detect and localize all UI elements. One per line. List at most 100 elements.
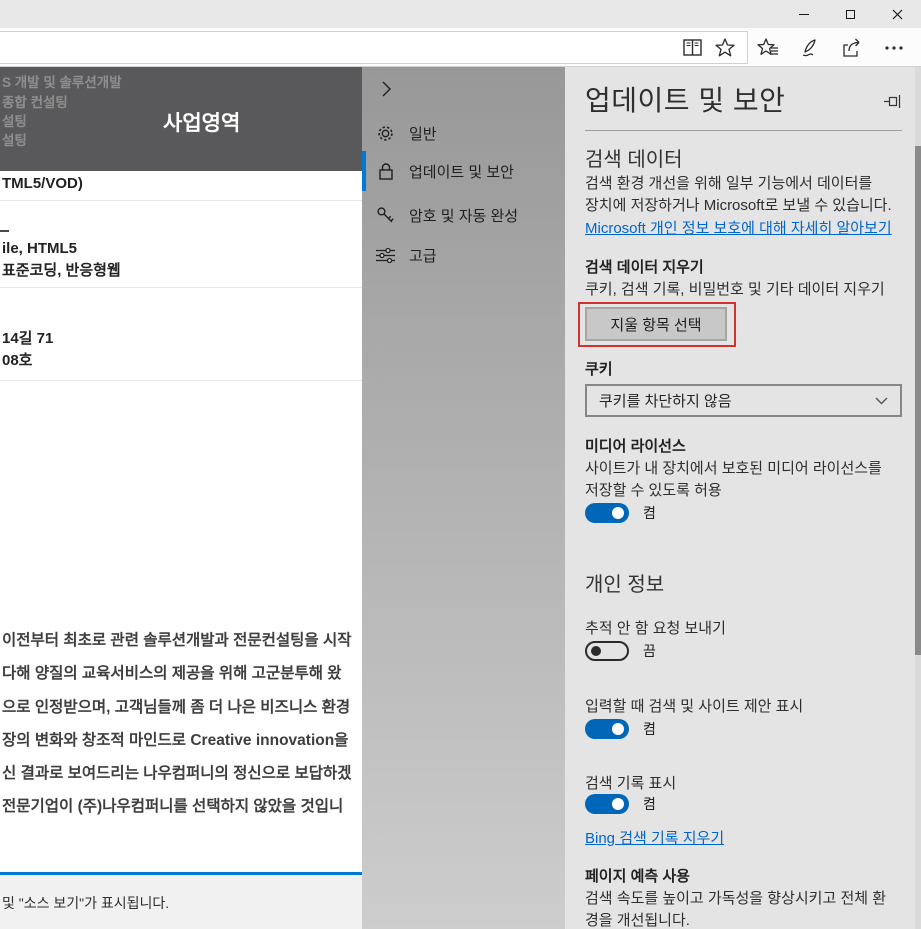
pin-icon: [884, 94, 901, 109]
share-button[interactable]: [840, 36, 864, 60]
address-line-2: 08호: [2, 349, 33, 370]
close-icon: [892, 9, 903, 20]
choose-what-to-clear-button[interactable]: 지울 항목 선택: [585, 307, 727, 341]
settings-menu-panel: 일반 업데이트 및 보안 암호 및 자동 완: [362, 67, 565, 929]
browsing-data-heading: 검색 데이터: [585, 143, 683, 172]
browsing-data-desc: 검색 환경 개선을 위해 일부 기능에서 데이터를: [585, 172, 872, 193]
ink-pen-icon: [800, 38, 820, 58]
window-controls: [780, 0, 921, 28]
menu-item-passwords-autofill[interactable]: 암호 및 자동 완성: [362, 197, 565, 233]
close-button[interactable]: [874, 0, 921, 28]
divider: [0, 380, 362, 381]
annotate-pen-button[interactable]: [798, 36, 822, 60]
favorite-star-icon: [715, 38, 735, 57]
lock-icon: [376, 162, 395, 181]
page-prediction-desc: 경을 개선됩니다.: [585, 909, 690, 929]
do-not-track-toggle[interactable]: [585, 641, 629, 661]
search-history-label: 검색 기록 표시: [585, 772, 676, 793]
hero-list-item: 설팅: [2, 129, 27, 149]
service-line-html5: ile, HTML5: [2, 240, 77, 257]
toggle-knob: [591, 646, 601, 656]
share-icon: [842, 38, 862, 58]
address-bar[interactable]: [0, 31, 748, 64]
chevron-down-icon: [875, 397, 888, 405]
privacy-learn-more-link[interactable]: Microsoft 개인 정보 보호에 대해 자세히 알아보기: [585, 217, 892, 238]
scrollbar-thumb[interactable]: [915, 146, 921, 655]
content-area: S 개발 및 솔루션개발 종합 컨설팅 설팅 설팅 사업영역 TML5/VOD)…: [0, 67, 921, 929]
page-prediction-label: 페이지 예측 사용: [585, 865, 690, 886]
privacy-heading: 개인 정보: [585, 568, 664, 597]
clear-data-label: 검색 데이터 지우기: [585, 256, 704, 277]
paragraph-line: 이전부터 최초로 관련 솔루션개발과 전문컨설팅을 시작: [2, 628, 352, 650]
menu-item-label: 암호 및 자동 완성: [409, 205, 518, 226]
menu-item-advanced[interactable]: 고급: [362, 237, 565, 273]
search-suggestions-label: 입력할 때 검색 및 사이트 제안 표시: [585, 695, 803, 716]
panel-scrollbar[interactable]: [915, 67, 921, 929]
collapse-menu-button[interactable]: [376, 79, 396, 99]
search-suggestions-toggle-row: 켬: [585, 719, 656, 739]
settings-content-panel: 업데이트 및 보안 검색 데이터 검색 환경 개선을 위해 일부 기능에서 데이…: [565, 67, 915, 929]
clear-bing-history-link[interactable]: Bing 검색 기록 지우기: [585, 827, 724, 848]
paragraph-line: 장의 변화와 창조적 마인드로 Creative innovation을: [2, 728, 348, 750]
browser-window: S 개발 및 솔루션개발 종합 컨설팅 설팅 설팅 사업영역 TML5/VOD)…: [0, 0, 921, 929]
search-suggestions-toggle[interactable]: [585, 719, 629, 739]
media-licenses-desc: 저장할 수 있도록 허용: [585, 479, 722, 500]
browser-toolbar: [0, 28, 921, 67]
paragraph-line: 다해 양질의 교육서비스의 제공을 위해 고군분투해 왔: [2, 661, 342, 683]
cookies-dropdown[interactable]: 쿠키를 차단하지 않음: [585, 384, 902, 417]
panel-title: 업데이트 및 보안: [585, 79, 785, 119]
minimize-icon: [799, 14, 809, 15]
more-ellipsis-icon: [885, 46, 903, 50]
truncated-text-fragment: [0, 230, 9, 232]
page-notification-bar: 및 "소스 보기"가 표시됩니다.: [0, 875, 362, 929]
hero-list-item: S 개발 및 솔루션개발: [2, 71, 122, 91]
maximize-button[interactable]: [827, 0, 874, 28]
toggle-knob: [612, 798, 624, 810]
cookies-label: 쿠키: [585, 358, 613, 379]
title-divider: [585, 130, 902, 131]
toggle-knob: [612, 507, 624, 519]
toolbar-icon-group: [747, 31, 915, 64]
paragraph-line: 전문기업이 (주)나우컴퍼니를 선택하지 않았을 것입니: [2, 794, 343, 816]
browsing-data-desc: 장치에 저장하거나 Microsoft로 보낼 수 있습니다.: [585, 194, 892, 215]
search-history-toggle[interactable]: [585, 794, 629, 814]
divider: [0, 200, 362, 201]
favorites-hub-button[interactable]: [756, 36, 780, 60]
hero-list-item: 종합 컨설팅: [2, 91, 68, 111]
window-titlebar: [0, 0, 921, 28]
add-favorite-button[interactable]: [714, 37, 736, 59]
menu-item-general[interactable]: 일반: [362, 115, 565, 151]
webpage-hero-banner: S 개발 및 솔루션개발 종합 컨설팅 설팅 설팅 사업영역: [0, 67, 362, 171]
pin-panel-button[interactable]: [883, 93, 901, 109]
hero-list-item: 설팅: [2, 110, 27, 130]
paragraph-line: 으로 인정받으며, 고객님들께 좀 더 나은 비즈니스 환경: [2, 695, 350, 717]
media-licenses-toggle[interactable]: [585, 503, 629, 523]
search-history-toggle-row: 켬: [585, 794, 656, 814]
settings-more-button[interactable]: [882, 36, 906, 60]
do-not-track-label: 추적 안 함 요청 보내기: [585, 617, 726, 638]
collapse-chevron-icon: [382, 81, 391, 97]
media-licenses-label: 미디어 라이선스: [585, 435, 686, 456]
service-line-coding: 표준코딩, 반응형웹: [2, 259, 121, 280]
toggle-state-label: 켬: [643, 794, 656, 814]
service-line-vod: TML5/VOD): [2, 175, 83, 192]
maximize-icon: [846, 10, 855, 19]
reading-view-book-icon: [683, 39, 702, 56]
menu-item-label: 업데이트 및 보안: [409, 161, 514, 182]
webpage-background: S 개발 및 솔루션개발 종합 컨설팅 설팅 설팅 사업영역 TML5/VOD)…: [0, 67, 362, 929]
favorites-hub-icon: [757, 38, 779, 58]
reading-view-button[interactable]: [681, 37, 703, 59]
page-prediction-desc: 검색 속도를 높이고 가독성을 향상시키고 전체 환: [585, 887, 886, 908]
cookies-dropdown-value: 쿠키를 차단하지 않음: [599, 390, 875, 411]
minimize-button[interactable]: [780, 0, 827, 28]
toggle-state-label: 켬: [643, 719, 656, 739]
menu-item-label: 일반: [409, 123, 437, 144]
sliders-icon: [376, 246, 395, 265]
toggle-state-label: 켬: [643, 503, 656, 523]
divider: [0, 287, 362, 288]
toggle-knob: [612, 723, 624, 735]
hero-title: 사업영역: [163, 107, 240, 137]
do-not-track-toggle-row: 끔: [585, 641, 656, 661]
menu-item-update-security[interactable]: 업데이트 및 보안: [362, 151, 565, 191]
menu-item-label: 고급: [409, 245, 437, 266]
